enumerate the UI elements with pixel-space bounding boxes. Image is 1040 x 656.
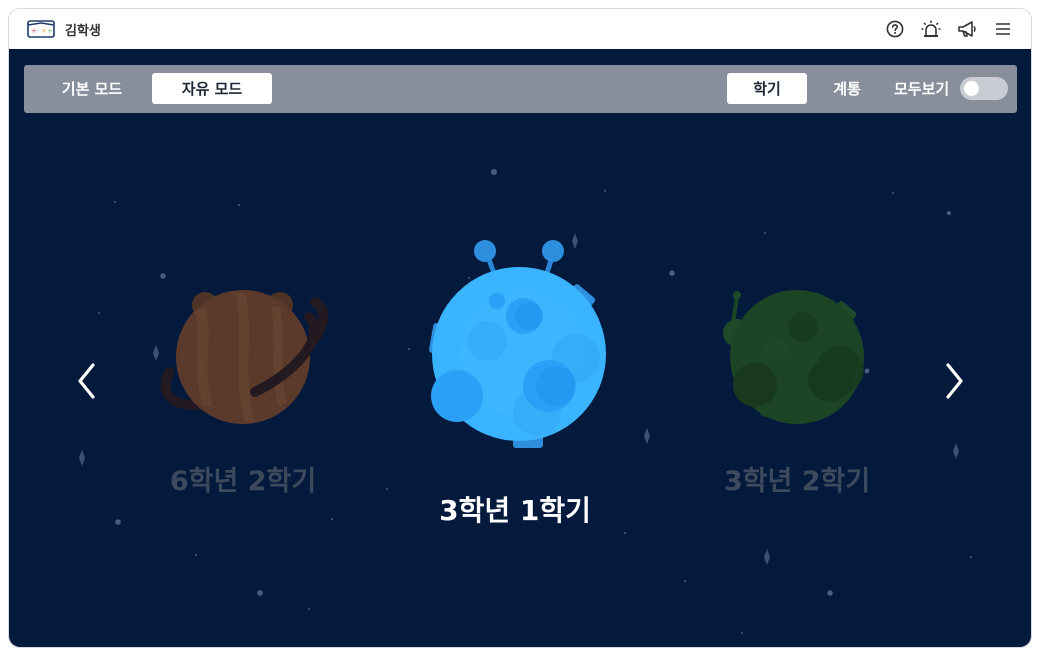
app-window: + - × ÷ 김학생 기본 모드 자유 모드 학기 계통 모두보기 6학년 2… xyxy=(8,8,1032,648)
chevron-right-icon xyxy=(946,363,963,399)
planet-6-2[interactable] xyxy=(155,277,335,427)
tab-semester[interactable]: 학기 xyxy=(727,73,807,104)
semester-label-center[interactable]: 3학년 1학기 xyxy=(429,489,601,529)
user-name: 김학생 xyxy=(65,23,101,39)
logo-icon: + - × ÷ xyxy=(27,19,55,39)
toggle-knob xyxy=(964,81,979,96)
space-stage: 기본 모드 자유 모드 학기 계통 모두보기 6학년 2학기 3학년 1학기 3… xyxy=(9,49,1031,647)
free-mode-button[interactable]: 자유 모드 xyxy=(152,73,272,104)
chevron-left-icon xyxy=(78,363,95,399)
menu-icon[interactable] xyxy=(993,19,1013,39)
mode-toolbar: 기본 모드 자유 모드 학기 계통 모두보기 xyxy=(24,65,1017,113)
semester-label-right[interactable]: 3학년 2학기 xyxy=(703,459,891,498)
megaphone-icon[interactable] xyxy=(957,19,977,39)
next-button[interactable] xyxy=(934,361,974,401)
basic-mode-button[interactable]: 기본 모드 xyxy=(40,73,144,104)
prev-button[interactable] xyxy=(67,361,107,401)
titlebar: + - × ÷ 김학생 xyxy=(9,9,1031,49)
svg-text:×: × xyxy=(41,27,47,35)
help-icon[interactable] xyxy=(885,19,905,39)
titlebar-actions xyxy=(885,9,1013,49)
alarm-icon[interactable] xyxy=(921,19,941,39)
show-all-toggle[interactable] xyxy=(960,77,1008,100)
planet-3-1[interactable] xyxy=(419,234,619,454)
tab-strand[interactable]: 계통 xyxy=(814,73,880,104)
planet-3-2[interactable] xyxy=(715,285,885,435)
show-all-label: 모두보기 xyxy=(894,80,950,98)
svg-text:÷: ÷ xyxy=(47,27,53,35)
semester-label-left[interactable]: 6학년 2학기 xyxy=(149,459,337,498)
